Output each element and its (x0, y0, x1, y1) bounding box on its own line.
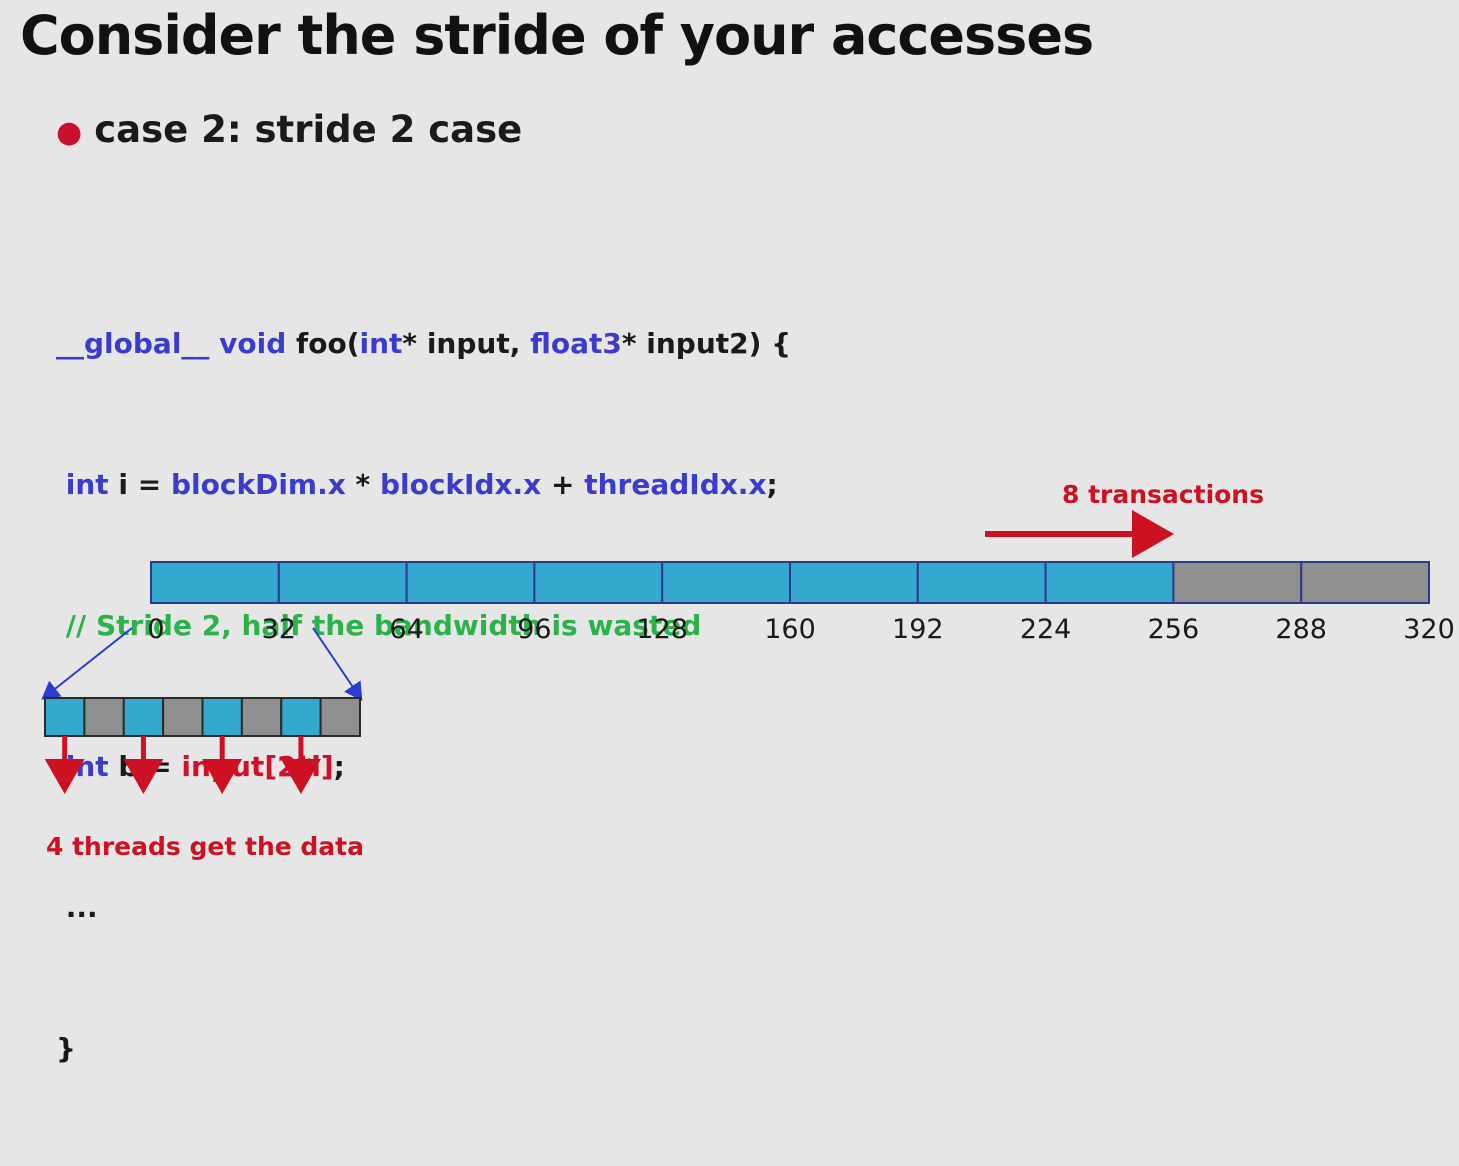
memory-tick-label: 0 (147, 614, 164, 645)
memory-tick-label: 128 (636, 614, 688, 645)
memory-segment (789, 561, 919, 604)
memory-segment (916, 561, 1047, 604)
memory-segment (1044, 561, 1175, 604)
memory-tick-label: 224 (1020, 614, 1072, 645)
threads-label: 4 threads get the data (46, 832, 364, 861)
warp-segment (44, 697, 86, 737)
memory-tick-label: 96 (517, 614, 551, 645)
warp-segment (201, 697, 243, 737)
memory-tick-label: 256 (1148, 614, 1200, 645)
warp-segment (240, 697, 283, 737)
code-line-5: ... (56, 891, 98, 924)
memory-segment (661, 561, 792, 604)
warp-segment (162, 697, 204, 737)
zoom-arrow-right (312, 627, 363, 701)
memory-segment (277, 561, 408, 604)
memory-segment (150, 561, 280, 604)
memory-tick-label: 64 (389, 614, 423, 645)
slide: Consider the stride of your accesses ● ca… (0, 0, 1459, 1065)
memory-segment (1172, 561, 1303, 604)
warp-segment (122, 697, 165, 737)
memory-segment (533, 561, 664, 604)
memory-tick-label: 320 (1403, 614, 1455, 645)
warp-segment (319, 697, 361, 737)
transactions-label: 8 transactions (1062, 480, 1264, 509)
memory-tick-label: 192 (892, 614, 944, 645)
warp-segment (83, 697, 125, 737)
memory-tick-label: 288 (1275, 614, 1327, 645)
memory-segment (405, 561, 536, 604)
zoom-arrow-left (41, 627, 133, 700)
stride-diagram: 0 32 64 96 128 160 192 224 256 288 320 8 transacti… (41, 480, 1455, 861)
memory-tick-label: 160 (764, 614, 816, 645)
warp-segment (280, 697, 322, 737)
memory-segment (1300, 561, 1430, 604)
memory-tick-label: 32 (262, 614, 296, 645)
code-line-6: } (56, 1032, 76, 1065)
